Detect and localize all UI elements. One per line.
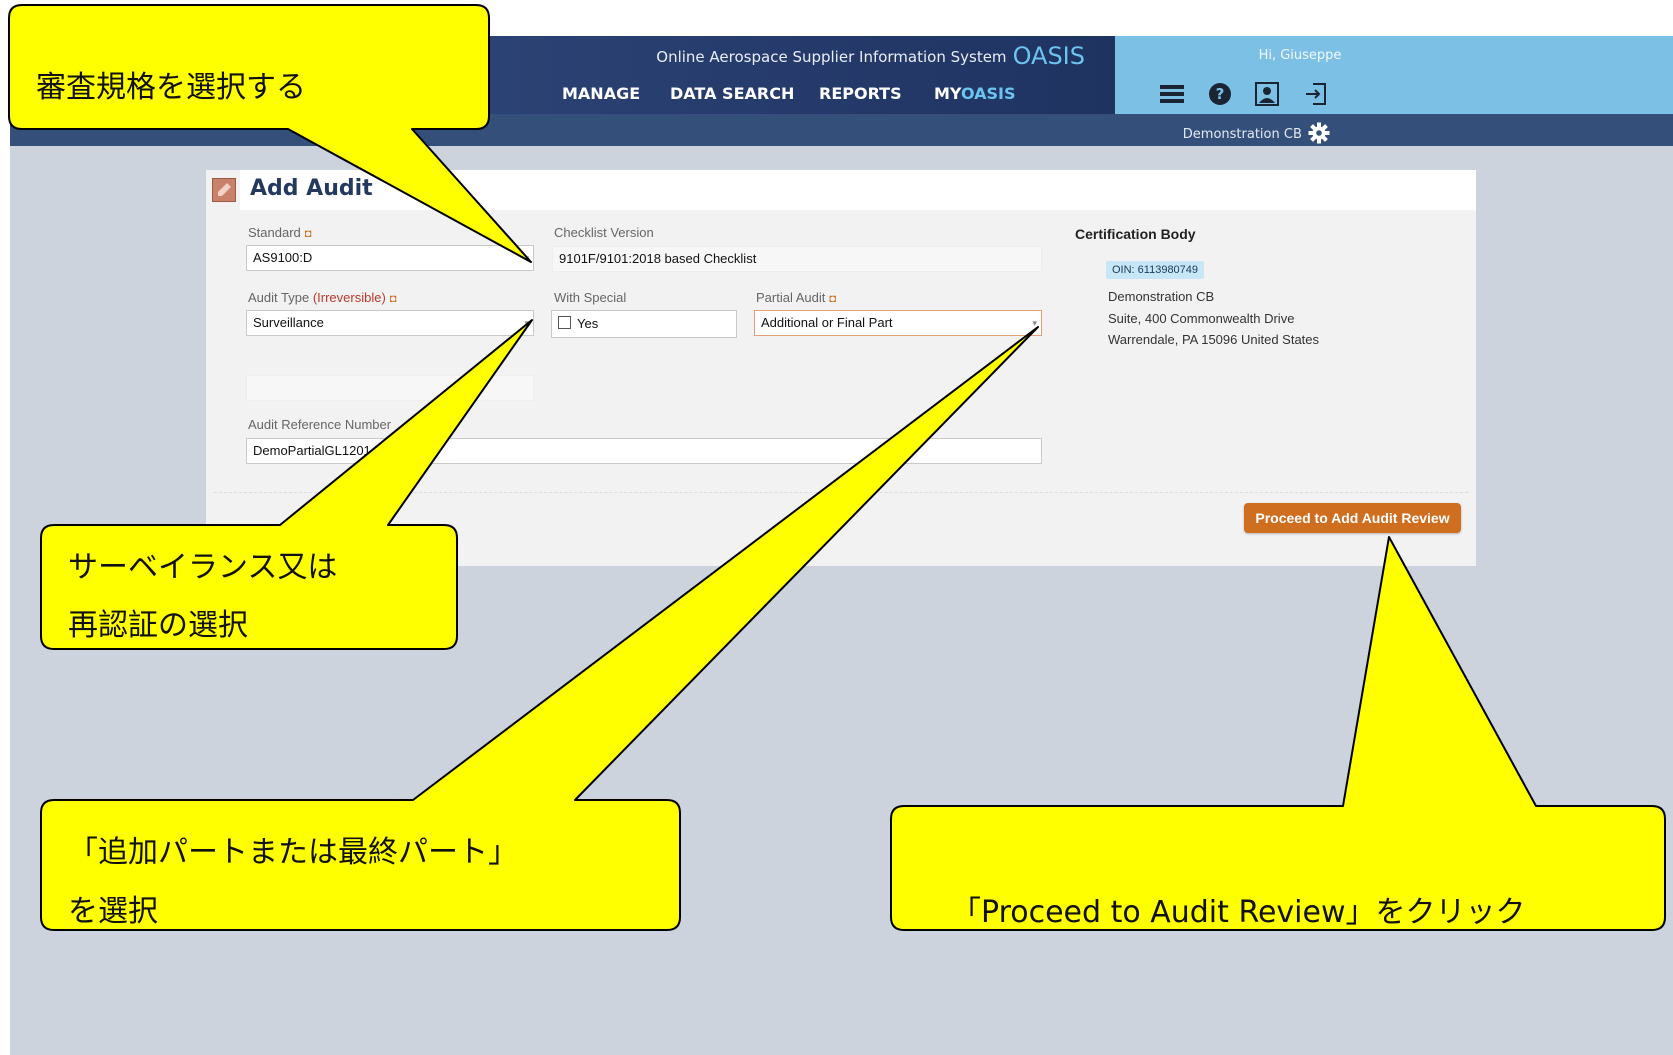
help-icon[interactable]: ? [1206,80,1234,108]
nav-data-search[interactable]: DATA SEARCH [670,84,794,103]
callout-audit-type-text-1: サーベイランス又は [68,550,338,585]
svg-text:?: ? [1216,85,1225,103]
system-title: Online Aerospace Supplier Information Sy… [600,42,1085,70]
certification-body-address-line2: Warrendale, PA 15096 United States [1108,332,1320,347]
sub-header-bar [10,114,1673,146]
audit-type-label: Audit Type (Irreversible) ◘ [248,290,396,305]
audit-type-select[interactable]: Surveillance ▾ [246,310,534,336]
standard-label: Standard ◘ [248,225,311,240]
required-marker: ◘ [389,293,397,305]
audit-type-label-text: Audit Type [248,290,310,305]
current-certification-body: Demonstration CB [1100,122,1330,144]
callout-proceed-text: 「Proceed to Audit Review」をクリック [951,895,1526,930]
required-marker: ◘ [304,228,312,240]
nav-my-oasis[interactable]: MYOASIS [934,84,1016,103]
audit-type-value: Surveillance [253,315,324,330]
logout-icon[interactable] [1302,80,1330,108]
with-special-label: With Special [554,290,627,305]
system-title-text: Online Aerospace Supplier Information Sy… [656,48,1007,66]
page-title: Add Audit [250,176,373,201]
form-edit-icon [212,178,236,202]
partial-audit-select[interactable]: Additional or Final Part ▾ [754,310,1042,336]
partial-audit-label: Partial Audit ◘ [756,290,836,305]
user-profile-icon[interactable] [1253,80,1281,108]
dropdown-caret-icon: ▾ [524,253,529,263]
oin-badge: OIN: 6113980749 [1106,261,1205,279]
panel-header [240,170,1476,210]
irreversible-note: (Irreversible) [312,290,386,305]
certification-body-address-line1: Suite, 400 Commonwealth Drive [1108,311,1295,326]
callout-audit-type-text-2: 再認証の選択 [68,608,248,643]
certification-body-name: Demonstration CB [1108,289,1215,304]
audit-reference-value: DemoPartialGL1201 [253,443,371,458]
audit-reference-label: Audit Reference Number [248,417,392,432]
partial-audit-value: Additional or Final Part [761,315,893,330]
nav-manage[interactable]: MANAGE [562,84,640,103]
dropdown-caret-icon: ▾ [1032,318,1037,328]
checklist-version-field: 9101F/9101:2018 based Checklist [552,246,1042,272]
disabled-field [246,375,534,401]
proceed-to-review-button[interactable]: Proceed to Add Audit Review [1244,503,1461,533]
callout-partial-text-2: を選択 [68,894,158,929]
required-marker: ◘ [829,293,837,305]
with-special-option: Yes [577,316,599,331]
menu-icon[interactable] [1158,80,1186,108]
callout-standard-text: 審査規格を選択する [36,70,306,105]
current-cb-name: Demonstration CB [1182,127,1302,142]
with-special-field: Yes [551,310,737,338]
standard-select[interactable]: AS9100:D ▾ [246,245,534,271]
partial-audit-label-text: Partial Audit [756,290,826,305]
audit-reference-input[interactable]: DemoPartialGL1201 [246,438,1042,464]
certification-body-title: Certification Body [1075,226,1196,242]
form-divider [214,492,1468,493]
callout-partial-text-1: 「追加パートまたは最終パート」 [68,835,518,870]
gear-icon[interactable] [1308,122,1330,144]
nav-reports[interactable]: REPORTS [819,84,902,103]
checklist-version-label: Checklist Version [554,225,654,240]
standard-value: AS9100:D [253,250,313,265]
standard-label-text: Standard [248,225,301,240]
system-name-logo[interactable]: OASIS [1013,42,1085,70]
with-special-checkbox[interactable] [558,316,571,329]
nav-my-oasis-suffix: OASIS [960,84,1016,103]
checklist-version-value: 9101F/9101:2018 based Checklist [559,251,757,266]
user-greeting: Hi, Giuseppe [1258,48,1342,63]
dropdown-caret-icon: ▾ [524,318,529,328]
nav-my-oasis-prefix: MY [934,84,961,103]
